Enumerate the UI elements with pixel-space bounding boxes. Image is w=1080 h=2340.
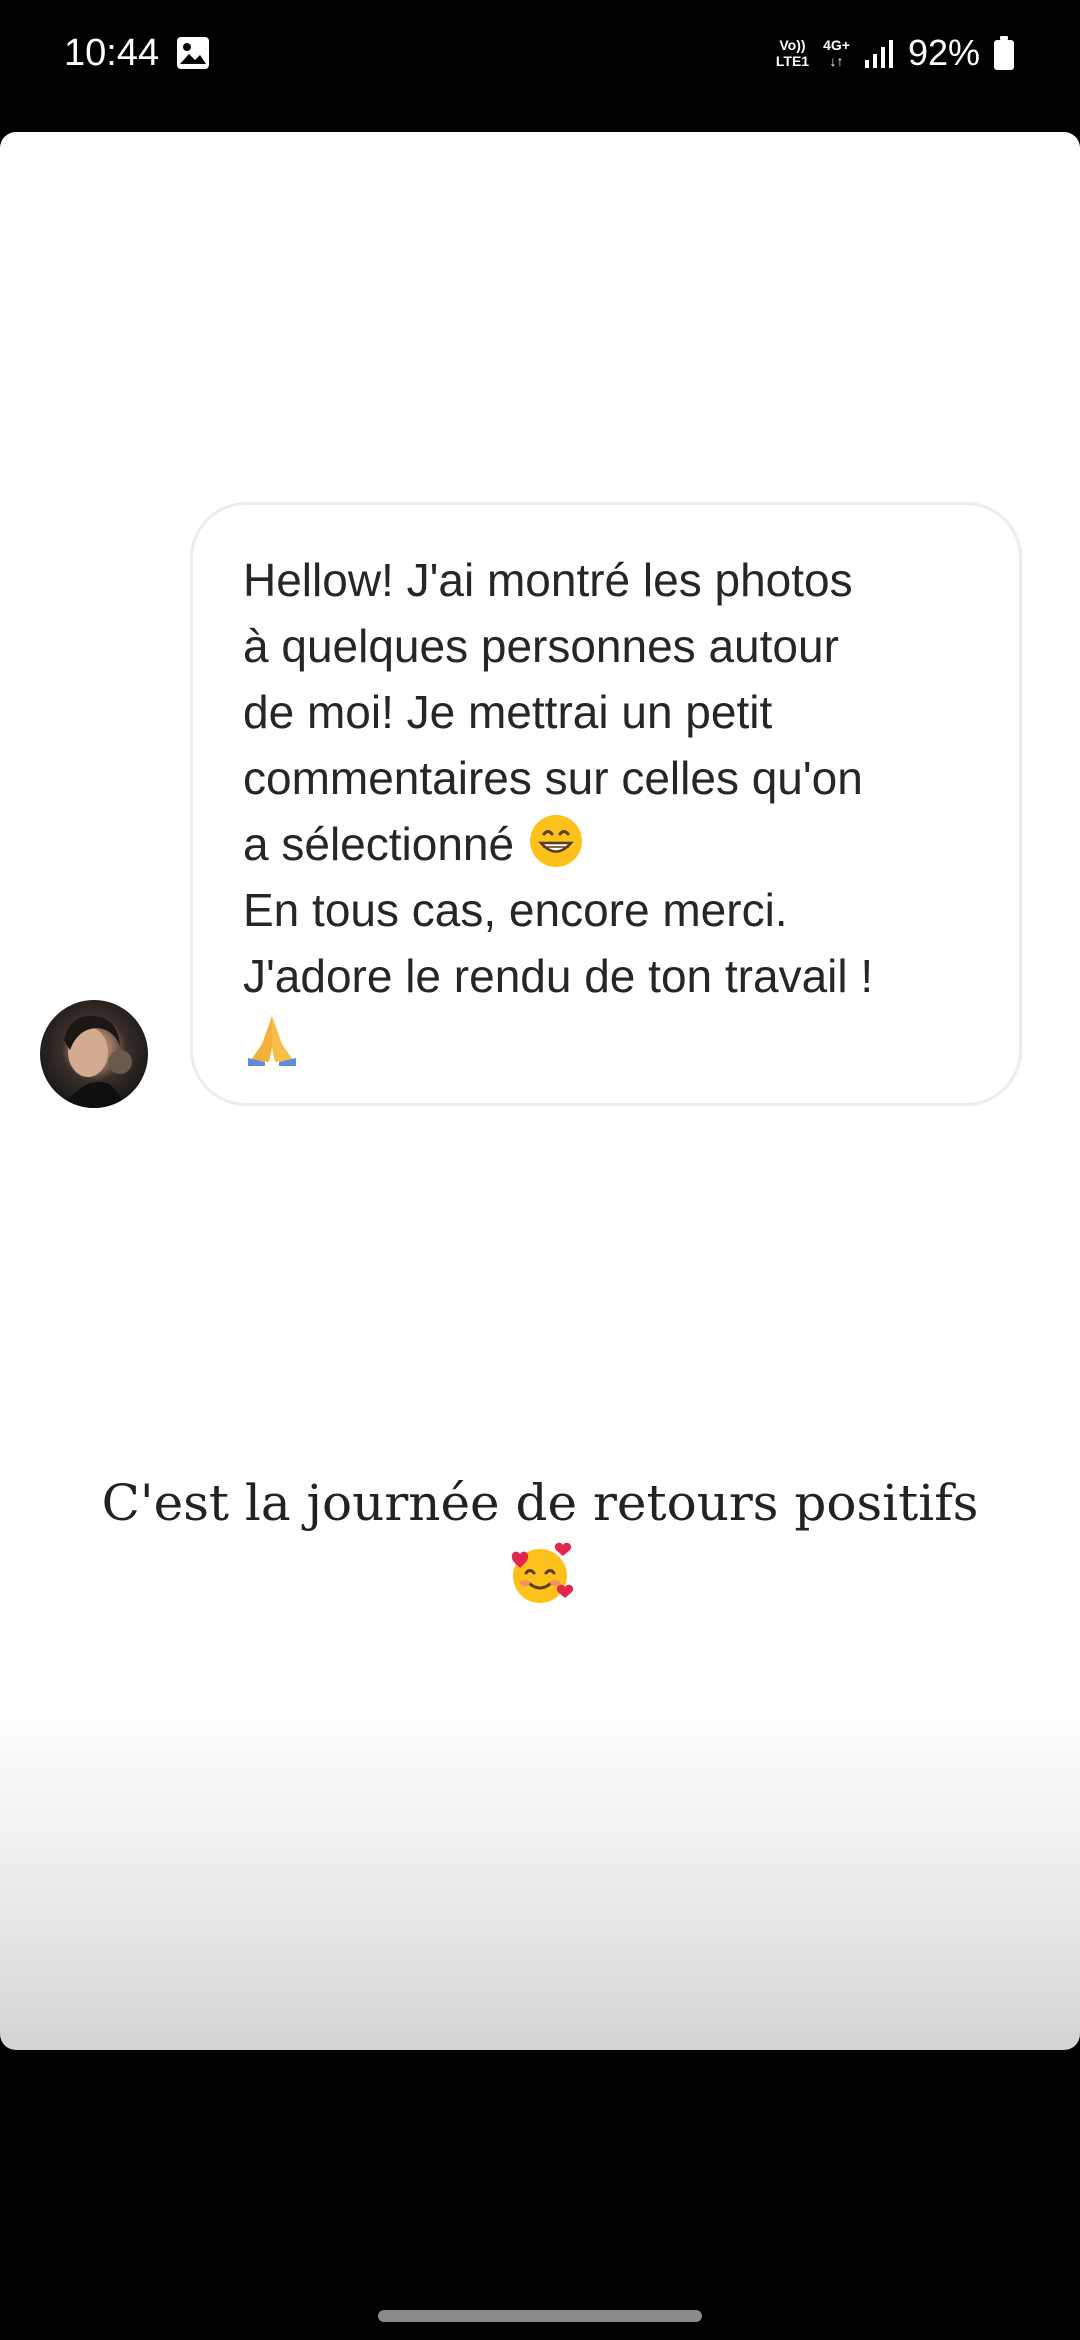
lte-label: LTE1	[775, 53, 810, 69]
status-bar: 10:44 Vo)) LTE1 4G+ ↓↑ 92%	[0, 0, 1080, 110]
home-indicator[interactable]	[378, 2310, 702, 2322]
sender-avatar[interactable]	[40, 1000, 148, 1108]
network-gen-label: 4G+	[823, 37, 850, 53]
grinning-face-emoji	[529, 815, 582, 867]
message-text-part-2: En tous cas, encore merci. J'adore le re…	[243, 884, 874, 1002]
status-time: 10:44	[64, 32, 160, 74]
message-bubble[interactable]: Hellow! J'ai montré les photos à quelque…	[190, 502, 1022, 1106]
signal-icon	[864, 40, 893, 68]
status-icons: Vo)) LTE1 4G+ ↓↑ 92%	[776, 28, 1014, 78]
gallery-icon	[177, 37, 209, 69]
network-type: Vo)) LTE1	[776, 37, 809, 69]
smiling-face-with-hearts-emoji	[511, 1542, 574, 1603]
caption-text: C'est la journée de retours positifs	[101, 1474, 979, 1532]
battery-icon	[994, 36, 1014, 70]
data-arrows-icon: ↓↑	[829, 53, 844, 69]
folded-hands-emoji	[248, 1016, 296, 1066]
story-caption: C'est la journée de retours positifs	[0, 1472, 1080, 1608]
volte-label: Vo))	[779, 37, 806, 53]
message-text: Hellow! J'ai montré les photos à quelque…	[243, 547, 979, 1075]
story-card[interactable]: Hellow! J'ai montré les photos à quelque…	[0, 132, 1080, 2050]
battery-percent: 92%	[907, 32, 980, 73]
data-activity: 4G+ ↓↑	[823, 37, 850, 69]
